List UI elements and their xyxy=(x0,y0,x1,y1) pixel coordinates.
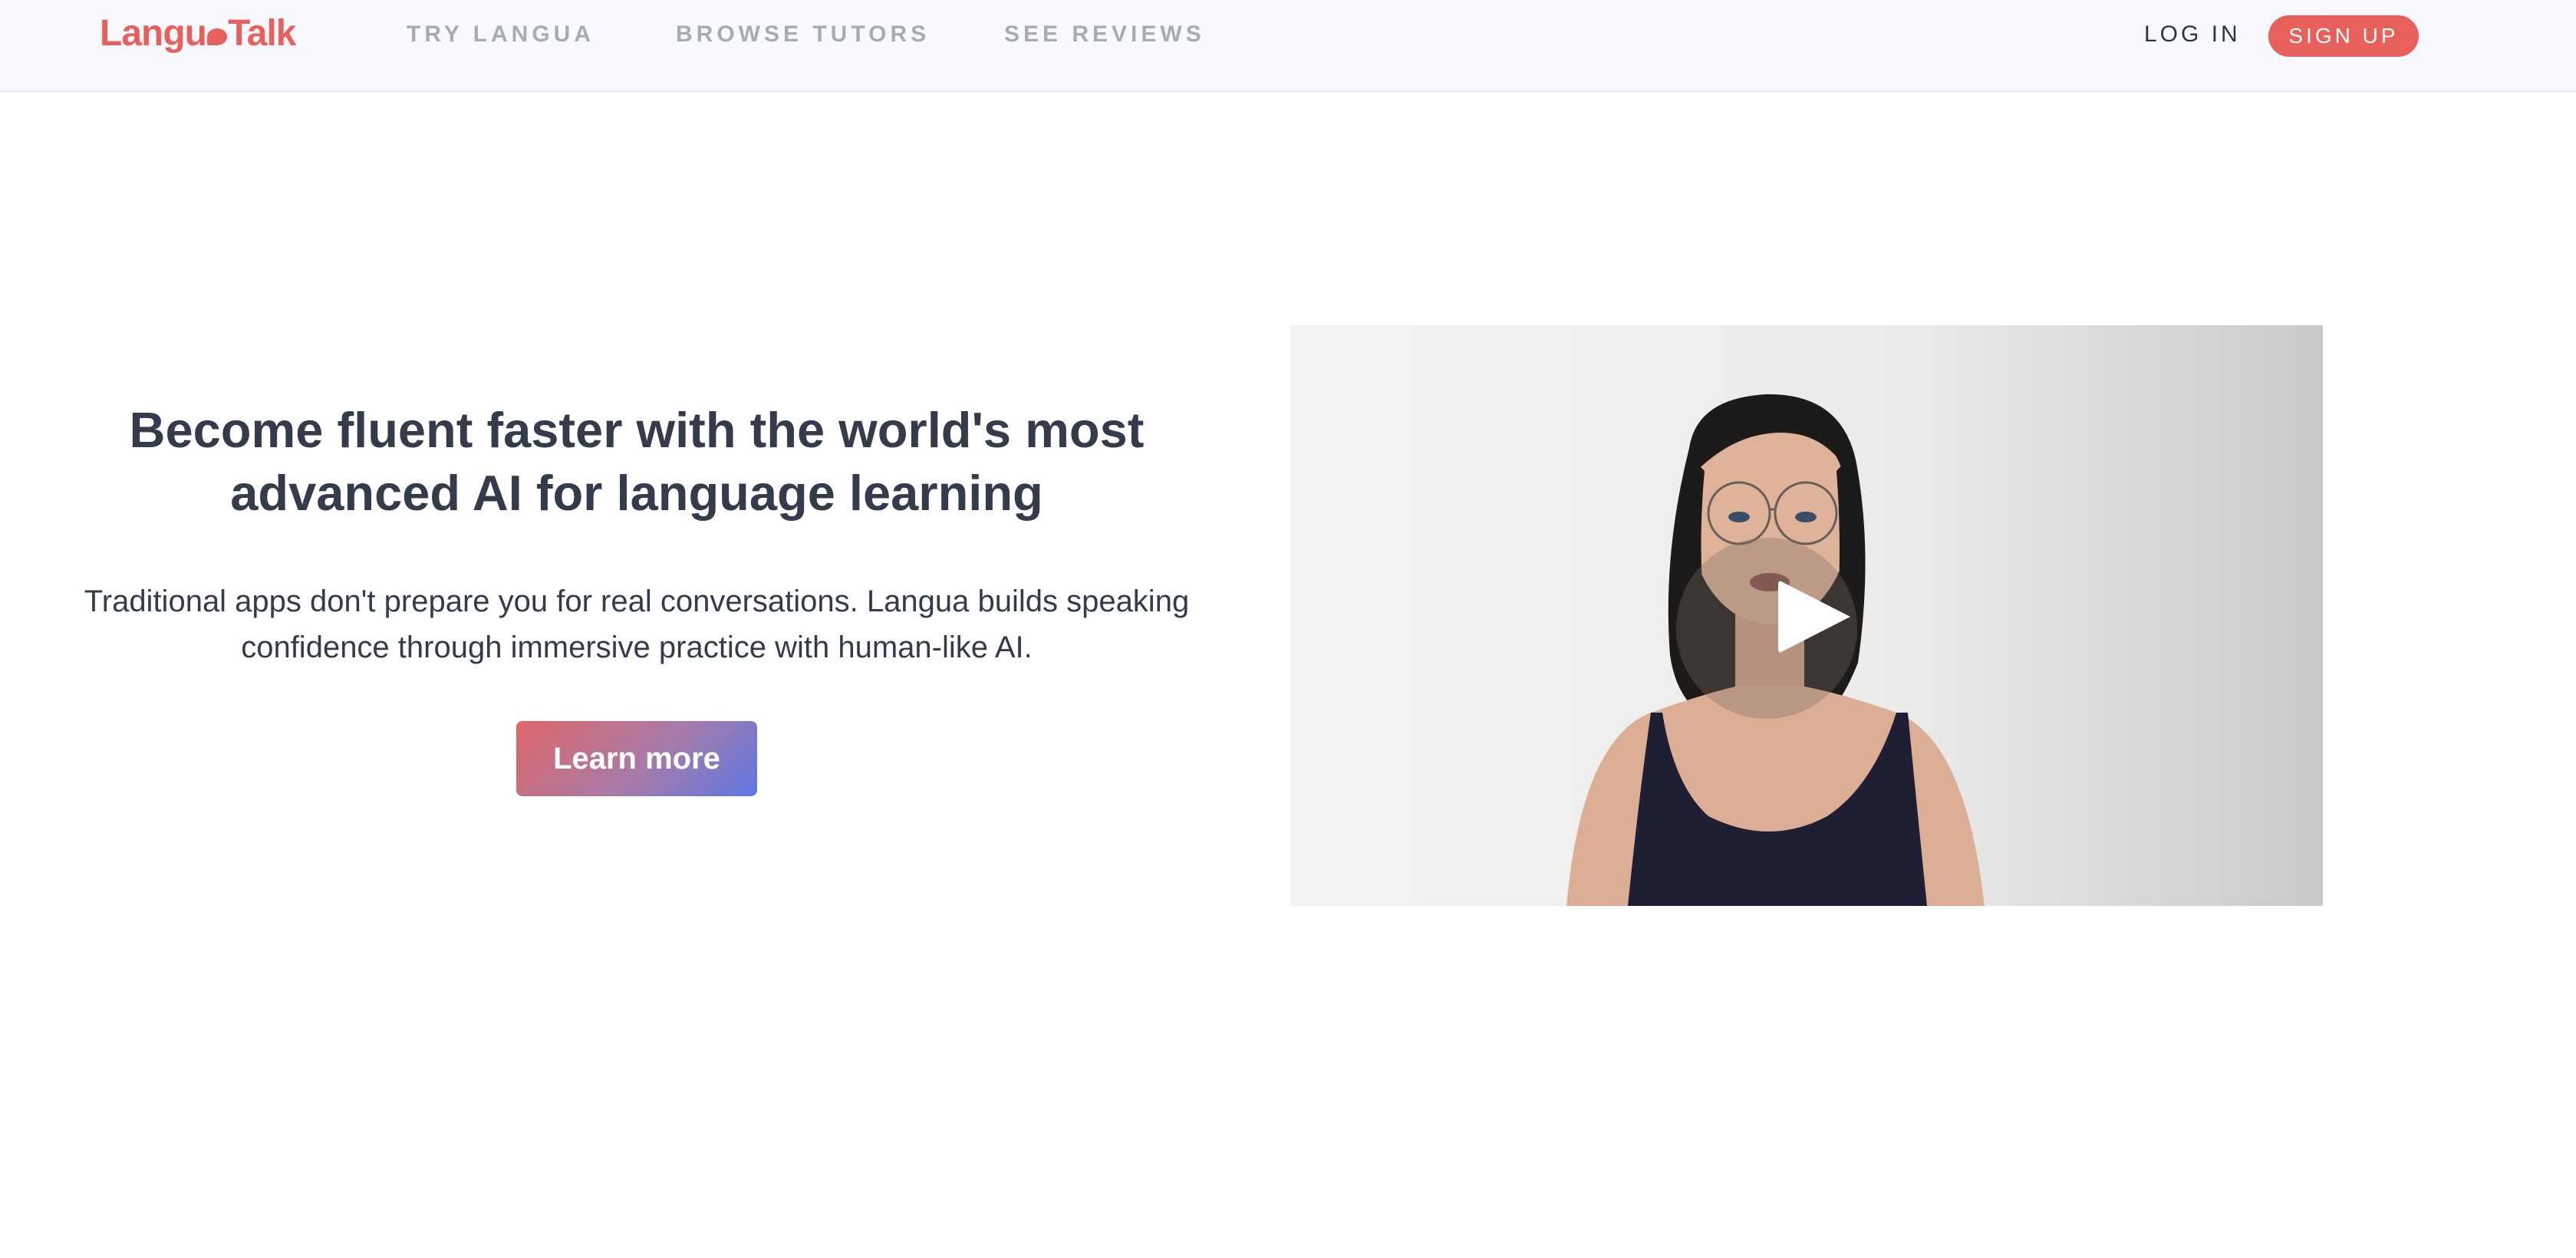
logo-text-langu: Langu xyxy=(100,13,207,54)
login-link[interactable]: LOG IN xyxy=(2144,21,2241,48)
nav-browse-tutors[interactable]: BROWSE TUTORS xyxy=(676,21,930,48)
logo[interactable]: Langu Talk xyxy=(100,12,296,54)
nav-try-langua[interactable]: TRY LANGUA xyxy=(407,21,595,48)
nav-see-reviews[interactable]: SEE REVIEWS xyxy=(1004,21,1205,48)
hero-text: Become fluent faster with the world's mo… xyxy=(38,399,1235,670)
chat-bubble-icon xyxy=(206,28,227,45)
hero-subtext: Traditional apps don't prepare you for r… xyxy=(84,585,1190,664)
signup-button[interactable]: SIGN UP xyxy=(2268,15,2419,57)
top-navbar: Langu Talk TRY LANGUA BROWSE TUTORS SEE … xyxy=(0,0,2576,92)
logo-text-talk: Talk xyxy=(227,13,296,54)
play-icon[interactable] xyxy=(1778,580,1850,654)
learn-more-button[interactable]: Learn more xyxy=(516,721,757,796)
hero-headline: Become fluent faster with the world's mo… xyxy=(129,402,1145,521)
